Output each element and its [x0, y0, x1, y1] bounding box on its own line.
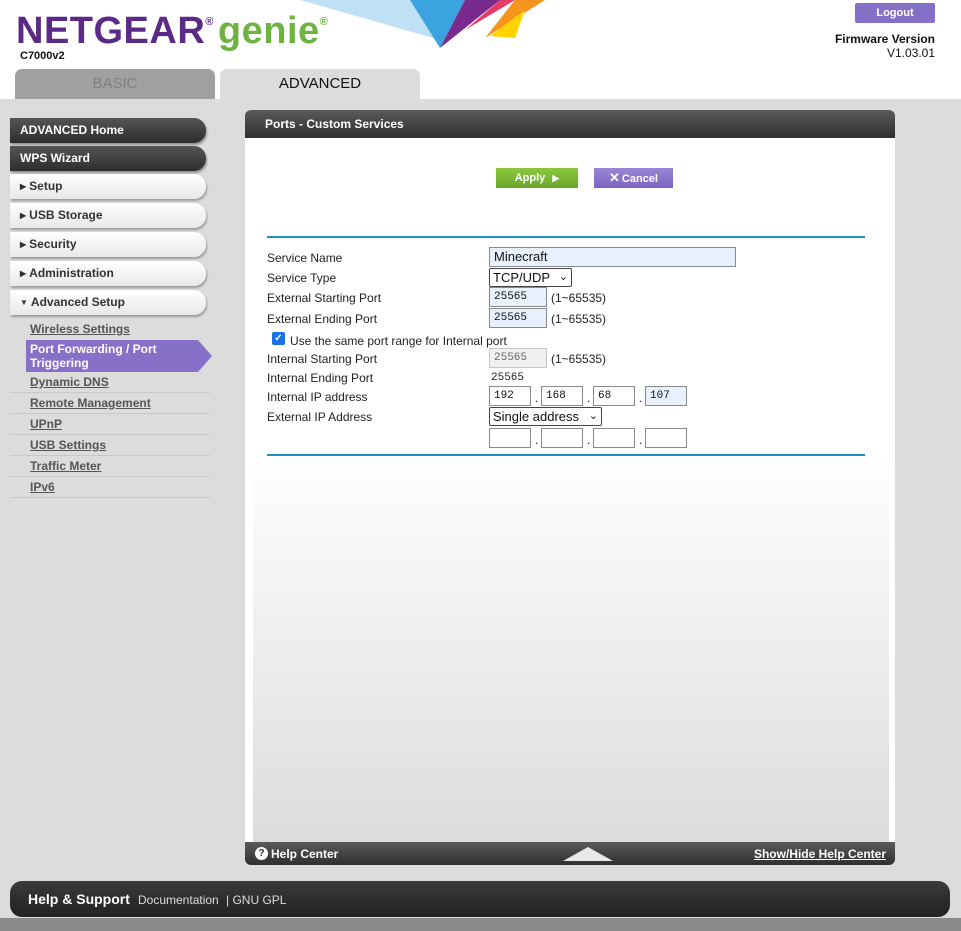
sidebar-item-ipv6[interactable]: IPv6 — [10, 477, 210, 498]
triangle-down-icon: ▼ — [20, 298, 28, 307]
external-ending-port-label: External Ending Port — [267, 312, 378, 326]
advanced-setup-submenu: Wireless Settings Port Forwarding / Port… — [10, 319, 212, 498]
ip-dot: . — [587, 391, 591, 405]
external-starting-port-range: (1~65535) — [551, 291, 607, 305]
help-icon[interactable]: ? — [255, 847, 268, 860]
header-decoration-icon — [300, 0, 545, 48]
sidebar-item-upnp[interactable]: UPnP — [10, 414, 210, 435]
sidebar-item-administration[interactable]: ▶ Administration — [10, 261, 206, 286]
close-icon: ✕ — [609, 170, 620, 185]
footer: Help & Support Documentation | GNU GPL — [10, 881, 950, 917]
internal-ending-port-value: 25565 — [491, 372, 525, 384]
model-name: C7000v2 — [20, 50, 65, 62]
sidebar-item-port-forwarding[interactable]: Port Forwarding / Port Triggering — [26, 340, 212, 372]
play-icon: ▶ — [552, 173, 560, 183]
firmware-version-label: Firmware Version — [834, 32, 935, 46]
internal-ip-octet-2[interactable]: 168 — [541, 386, 583, 406]
sidebar-item-label: Security — [29, 237, 77, 251]
triangle-right-icon: ▶ — [20, 211, 27, 220]
external-starting-port-input[interactable]: 25565 — [489, 287, 547, 307]
netgear-logo: NETGEAR® genie® — [16, 10, 328, 53]
sidebar-item-label: Setup — [29, 179, 63, 193]
same-port-range-label: Use the same port range for Internal por… — [290, 334, 507, 348]
help-center-bar: ? Help Center Show/Hide Help Center — [245, 842, 895, 865]
chevron-down-icon: ⌄ — [558, 271, 568, 283]
show-hide-help-link[interactable]: Show/Hide Help Center — [754, 847, 886, 861]
ip-dot: . — [587, 433, 591, 447]
internal-ip-octet-4[interactable]: 107 — [645, 386, 687, 406]
internal-ip-octet-3[interactable]: 68 — [593, 386, 635, 406]
content-panel: Ports - Custom Services Apply ▶ ✕ Cancel … — [245, 110, 895, 865]
internal-ip-label: Internal IP address — [267, 390, 368, 404]
external-ending-port-input[interactable]: 25565 — [489, 308, 547, 328]
internal-starting-port-input: 25565 — [489, 348, 547, 368]
logout-button[interactable]: Logout — [855, 3, 935, 23]
external-ip-octet-4[interactable] — [645, 428, 687, 448]
internal-starting-port-range: (1~65535) — [551, 352, 607, 366]
expand-arrow-icon[interactable] — [563, 847, 613, 861]
sidebar-item-label: USB Storage — [29, 208, 103, 222]
ip-dot: . — [535, 391, 539, 405]
sidebar: ADVANCED Home WPS Wizard ▶ Setup ▶ USB Sto… — [10, 118, 212, 498]
external-ip-octet-3[interactable] — [593, 428, 635, 448]
sidebar-item-wireless-settings[interactable]: Wireless Settings — [10, 319, 210, 340]
service-name-label: Service Name — [267, 251, 343, 265]
brand-registered-mark: ® — [205, 16, 214, 28]
divider — [267, 454, 865, 456]
service-type-value: TCP/UDP — [493, 270, 551, 285]
gnu-gpl-link[interactable]: | GNU GPL — [226, 893, 286, 907]
firmware-version-value: V1.03.01 — [886, 46, 935, 60]
help-support-label: Help & Support — [28, 891, 130, 907]
external-ip-octet-2[interactable] — [541, 428, 583, 448]
sidebar-item-usb-settings[interactable]: USB Settings — [10, 435, 210, 456]
same-port-range-checkbox[interactable]: ✓ — [272, 332, 285, 345]
external-starting-port-label: External Starting Port — [267, 291, 382, 305]
triangle-right-icon: ▶ — [20, 269, 27, 278]
ip-dot: . — [535, 433, 539, 447]
sidebar-item-label: Administration — [29, 266, 114, 280]
sidebar-item-wps-wizard[interactable]: WPS Wizard — [10, 146, 206, 171]
service-name-input[interactable]: Minecraft — [489, 247, 736, 267]
sidebar-item-security[interactable]: ▶ Security — [10, 232, 206, 257]
sidebar-item-usb-storage[interactable]: ▶ USB Storage — [10, 203, 206, 228]
internal-ip-octet-1[interactable]: 192 — [489, 386, 531, 406]
sidebar-item-setup[interactable]: ▶ Setup — [10, 174, 206, 199]
ip-dot: . — [639, 433, 643, 447]
ip-dot: . — [639, 391, 643, 405]
tab-advanced[interactable]: ADVANCED — [220, 69, 420, 99]
external-ending-port-range: (1~65535) — [551, 312, 607, 326]
sidebar-item-advanced-home[interactable]: ADVANCED Home — [10, 118, 206, 143]
triangle-right-icon: ▶ — [20, 240, 27, 249]
brand-name: NETGEAR — [16, 10, 206, 52]
sidebar-item-label: Advanced Setup — [30, 295, 125, 309]
sidebar-item-advanced-setup[interactable]: ▼ Advanced Setup — [10, 290, 206, 315]
sidebar-item-traffic-meter[interactable]: Traffic Meter — [10, 456, 210, 477]
service-type-select[interactable]: TCP/UDP ⌄ — [489, 268, 572, 287]
sidebar-item-dynamic-dns[interactable]: Dynamic DNS — [10, 372, 210, 393]
apply-label: Apply — [514, 172, 546, 184]
internal-starting-port-label: Internal Starting Port — [267, 352, 378, 366]
form-area: Apply ▶ ✕ Cancel Service Name Minecraft S… — [253, 138, 889, 842]
internal-ending-port-label: Internal Ending Port — [267, 371, 374, 385]
page-title: Ports - Custom Services — [245, 110, 895, 138]
divider — [267, 236, 865, 238]
help-center-label[interactable]: Help Center — [271, 847, 338, 861]
external-ip-octet-1[interactable] — [489, 428, 531, 448]
external-ip-mode-value: Single address — [493, 409, 579, 424]
external-ip-mode-select[interactable]: Single address ⌄ — [489, 407, 602, 426]
cancel-button[interactable]: ✕ Cancel — [594, 168, 673, 188]
service-type-label: Service Type — [267, 271, 337, 285]
cancel-label: Cancel — [621, 173, 658, 185]
documentation-link[interactable]: Documentation — [138, 893, 219, 907]
apply-button[interactable]: Apply ▶ — [496, 168, 578, 188]
external-ip-label: External IP Address — [267, 410, 373, 424]
chevron-down-icon: ⌄ — [588, 410, 598, 422]
header: NETGEAR® genie® C7000v2 Logout Firmware V… — [0, 0, 961, 99]
sidebar-item-remote-management[interactable]: Remote Management — [10, 393, 210, 414]
triangle-right-icon: ▶ — [20, 182, 27, 191]
bottom-strip — [0, 918, 961, 931]
tab-basic[interactable]: BASIC — [15, 69, 215, 99]
